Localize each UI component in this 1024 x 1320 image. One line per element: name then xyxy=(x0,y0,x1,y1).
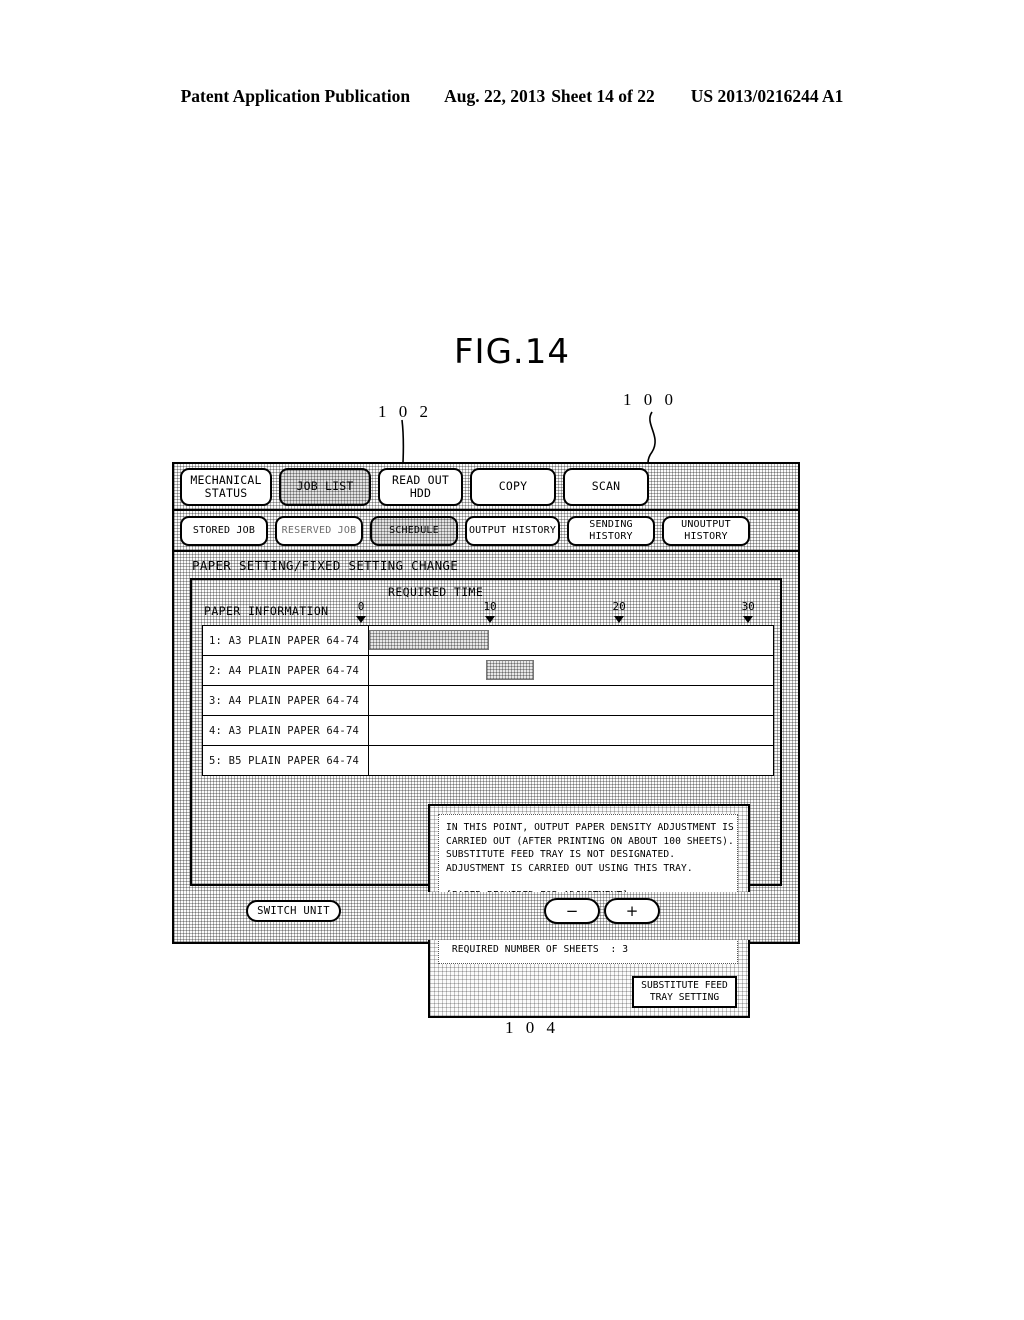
tab-row-primary: MECHANICAL STATUS JOB LIST READ OUT HDD COP… xyxy=(174,464,798,511)
content-area: PAPER SETTING/FIXED SETTING CHANGE PAPER… xyxy=(174,552,798,1018)
schedule-track-cell[interactable] xyxy=(368,685,774,716)
tab-mechanical-status[interactable]: MECHANICAL STATUS xyxy=(180,467,272,506)
tab-unoutput-history[interactable]: UNOUTPUT HISTORY xyxy=(662,515,750,546)
publication-date: Aug. 22, 2013 xyxy=(444,86,546,106)
schedule-table-body: 1: A3 PLAIN PAPER 64-74 2: A4 PLAIN PAPER… xyxy=(202,625,774,776)
schedule-table: 1: A3 PLAIN PAPER 64-74 2: A4 PLAIN PAPER… xyxy=(202,625,774,776)
paper-information-cell: 2: A4 PLAIN PAPER 64-74 xyxy=(202,655,369,686)
table-row[interactable]: 4: A3 PLAIN PAPER 64-74 xyxy=(202,715,774,746)
decrement-button[interactable]: − xyxy=(544,898,600,924)
reference-numeral-100: 1 0 0 xyxy=(623,390,677,409)
table-row[interactable]: 5: B5 PLAIN PAPER 64-74 xyxy=(202,745,774,776)
schedule-track-cell[interactable] xyxy=(368,715,774,746)
tab-job-list[interactable]: JOB LIST xyxy=(279,467,371,506)
tab-reserved-job[interactable]: RESERVED JOB xyxy=(275,515,363,546)
section-title: PAPER SETTING/FIXED SETTING CHANGE xyxy=(192,558,459,573)
axis-tick-marker-20 xyxy=(614,616,625,623)
tab-read-out-hdd[interactable]: READ OUT HDD xyxy=(378,467,463,506)
popup-message: IN THIS POINT, OUTPUT PAPER DENSITY ADJU… xyxy=(438,814,738,964)
schedule-track-cell[interactable] xyxy=(368,655,774,686)
tab-stored-job[interactable]: STORED JOB xyxy=(180,515,268,546)
figure-title: FIG.14 xyxy=(453,332,570,372)
patent-number: US 2013/0216244 A1 xyxy=(690,86,844,106)
operation-panel: MECHANICAL STATUS JOB LIST READ OUT HDD COP… xyxy=(172,462,800,1018)
axis-tick-marker-10 xyxy=(485,616,496,623)
table-row[interactable]: 1: A3 PLAIN PAPER 64-74 xyxy=(202,625,774,656)
schedule-track-cell[interactable] xyxy=(368,625,774,656)
sheet-number: Sheet 14 of 22 xyxy=(551,86,655,106)
axis-tick-label-0: 0 xyxy=(357,600,365,613)
tab-sending-history[interactable]: SENDING HISTORY xyxy=(567,515,655,546)
schedule-bar[interactable] xyxy=(486,660,535,680)
patent-header: Patent Application Publication Aug. 22, … xyxy=(0,86,1024,107)
reference-numeral-104: 1 0 4 xyxy=(505,1018,559,1037)
axis-tick-label-20: 20 xyxy=(612,600,626,613)
paper-information-cell: 1: A3 PLAIN PAPER 64-74 xyxy=(202,625,369,656)
paper-information-cell: 5: B5 PLAIN PAPER 64-74 xyxy=(202,745,369,776)
axis-tick-label-10: 10 xyxy=(483,600,497,613)
tab-output-history[interactable]: OUTPUT HISTORY xyxy=(465,515,560,546)
schedule-bar[interactable] xyxy=(369,630,490,650)
tab-scan[interactable]: SCAN xyxy=(563,467,649,506)
axis-tick-marker-0 xyxy=(356,616,366,623)
axis-tick-label-30: 30 xyxy=(741,600,755,613)
footer-bar: SWITCH UNIT − + xyxy=(174,892,798,940)
tab-copy[interactable]: COPY xyxy=(470,467,556,506)
schedule-track-cell[interactable] xyxy=(368,745,774,776)
paper-information-label: PAPER INFORMATION xyxy=(204,604,329,618)
substitute-feed-tray-setting-button[interactable]: SUBSTITUTE FEED TRAY SETTING xyxy=(632,976,737,1008)
tab-row-secondary: STORED JOB RESERVED JOB SCHEDULE OUTPUT HIS… xyxy=(174,511,798,552)
publication-label: Patent Application Publication xyxy=(180,86,411,106)
paper-information-cell: 4: A3 PLAIN PAPER 64-74 xyxy=(202,715,369,746)
switch-unit-button[interactable]: SWITCH UNIT xyxy=(246,900,341,922)
paper-information-cell: 3: A4 PLAIN PAPER 64-74 xyxy=(202,685,369,716)
reference-numeral-102: 1 0 2 xyxy=(378,402,432,421)
axis-tick-marker-30 xyxy=(743,616,754,623)
table-row[interactable]: 2: A4 PLAIN PAPER 64-74 xyxy=(202,655,774,686)
tab-schedule[interactable]: SCHEDULE xyxy=(370,515,458,546)
schedule-panel: PAPER INFORMATION REQUIRED TIME 0 10 20 30 … xyxy=(190,578,782,1018)
required-time-label: REQUIRED TIME xyxy=(388,585,484,599)
increment-button[interactable]: + xyxy=(604,898,660,924)
table-row[interactable]: 3: A4 PLAIN PAPER 64-74 xyxy=(202,685,774,716)
